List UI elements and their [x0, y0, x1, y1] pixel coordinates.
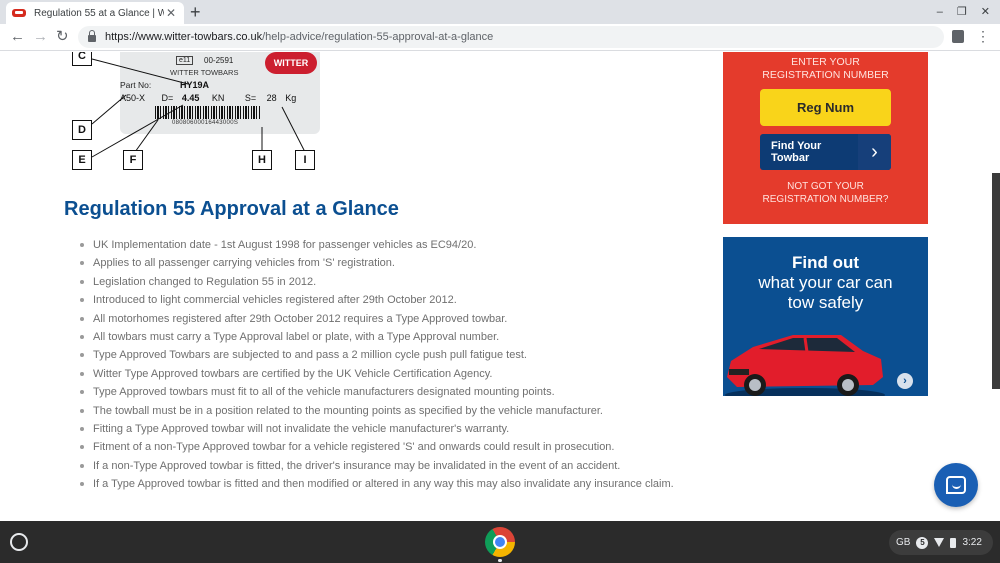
- restore-button[interactable]: ❐: [957, 2, 967, 22]
- list-item: All motorhomes registered after 29th Oct…: [80, 310, 720, 328]
- list-item: All towbars must carry a Type Approval l…: [80, 328, 720, 346]
- chat-icon: [946, 476, 966, 494]
- no-registration-line2: REGISTRATION NUMBER?: [762, 194, 889, 205]
- list-item: Type Approved Towbars are subjected to a…: [80, 346, 720, 364]
- list-item: Applies to all passenger carrying vehicl…: [80, 254, 720, 272]
- page-content: e11 00-2591 WITTER TOWBARS WITTER Part N…: [0, 52, 1000, 521]
- callout-h: H: [252, 150, 272, 170]
- close-window-button[interactable]: ✕: [981, 2, 990, 22]
- chevron-right-icon[interactable]: ›: [897, 373, 913, 389]
- menu-dots-icon[interactable]: ⋮: [976, 29, 990, 43]
- os-shelf: GB 5 3:22: [0, 521, 1000, 563]
- plate-kg: Kg: [285, 93, 297, 103]
- clock: 3:22: [962, 537, 982, 548]
- page-scrollbar[interactable]: [992, 173, 1000, 389]
- tab-strip: Regulation 55 at a Glance | Witte ✕ + – …: [0, 0, 1000, 24]
- plate-d-value: 4.45: [181, 93, 200, 103]
- registration-prompt: ENTER YOUR REGISTRATION NUMBER: [723, 56, 928, 82]
- registration-prompt-line2: REGISTRATION NUMBER: [762, 69, 889, 81]
- reload-icon[interactable]: ↻: [56, 27, 69, 47]
- list-item: Witter Type Approved towbars are certifi…: [80, 365, 720, 383]
- status-tray[interactable]: GB 5 3:22: [889, 530, 993, 555]
- active-app-indicator: [498, 559, 502, 562]
- url-domain: https://www.witter-towbars.co.uk: [105, 31, 263, 43]
- plate-hy: HY19A: [180, 80, 210, 90]
- no-registration-link[interactable]: NOT GOT YOUR REGISTRATION NUMBER?: [723, 180, 928, 206]
- tab-title: Regulation 55 at a Glance | Witte: [34, 7, 164, 19]
- new-tab-button[interactable]: +: [190, 1, 201, 23]
- list-item: Introduced to light commercial vehicles …: [80, 291, 720, 309]
- find-towbar-button[interactable]: Find Your Towbar ›: [760, 134, 891, 170]
- browser-tab[interactable]: Regulation 55 at a Glance | Witte ✕: [6, 2, 184, 24]
- address-bar[interactable]: https://www.witter-towbars.co.uk/help-ad…: [78, 26, 944, 48]
- ad-title: Find out: [791, 253, 860, 272]
- plate-part-no-label: Part No:: [120, 80, 152, 90]
- battery-icon: [950, 537, 957, 548]
- towbar-label-plate: e11 00-2591 WITTER TOWBARS WITTER Part N…: [120, 52, 320, 134]
- callout-f: F: [123, 150, 143, 170]
- close-tab-icon[interactable]: ✕: [164, 6, 178, 20]
- list-item: UK Implementation date - 1st August 1998…: [80, 236, 720, 254]
- wifi-icon: [934, 538, 945, 547]
- list-item: Fitment of a non-Type Approved towbar fo…: [80, 438, 720, 456]
- window-controls: – ❐ ✕: [937, 2, 990, 22]
- plate-part-value: A50-X: [120, 93, 146, 103]
- list-item: If a non-Type Approved towbar is fitted,…: [80, 457, 720, 475]
- plate-kn: KN: [211, 93, 225, 103]
- find-towbar-label: Find Your Towbar: [771, 140, 822, 164]
- ad-subtitle-line2: tow safely: [787, 293, 864, 312]
- chrome-icon[interactable]: [485, 527, 515, 557]
- callout-i: I: [295, 150, 315, 170]
- locale-indicator: GB: [896, 537, 911, 548]
- registration-prompt-line1: ENTER YOUR: [791, 56, 860, 68]
- plate-s-value: 28: [266, 93, 277, 103]
- registration-input[interactable]: Reg Num: [760, 89, 891, 126]
- back-arrow-icon[interactable]: ←: [10, 27, 25, 47]
- profile-icon[interactable]: [952, 29, 964, 43]
- red-car-image: [725, 335, 885, 396]
- registration-widget: ENTER YOUR REGISTRATION NUMBER Reg Num F…: [723, 52, 928, 224]
- tow-safely-ad[interactable]: Find out what your car can tow safely ›: [723, 237, 928, 396]
- chevron-right-icon: ›: [858, 134, 891, 170]
- notification-badge: 5: [916, 536, 929, 549]
- regulation-list: UK Implementation date - 1st August 1998…: [80, 236, 720, 494]
- plate-e11: e11: [176, 56, 194, 65]
- list-item: If a Type Approved towbar is fitted and …: [80, 475, 720, 493]
- witter-favicon: [12, 9, 26, 17]
- page-title: Regulation 55 Approval at a Glance: [64, 198, 399, 220]
- plate-d-label: D=: [161, 93, 174, 103]
- lock-icon: [88, 30, 96, 42]
- list-item: Fitting a Type Approved towbar will not …: [80, 420, 720, 438]
- launcher-icon[interactable]: [10, 533, 28, 551]
- witter-logo: WITTER: [265, 52, 317, 74]
- url-path: /help-advice/regulation-55-approval-at-a…: [262, 31, 494, 43]
- minimize-button[interactable]: –: [937, 2, 943, 22]
- no-registration-line1: NOT GOT YOUR: [787, 181, 864, 192]
- plate-brand: WITTER TOWBARS: [170, 68, 239, 77]
- list-item: The towball must be in a position relate…: [80, 402, 720, 420]
- plate-s-label: S=: [244, 93, 257, 103]
- ad-subtitle-line1: what your car can: [758, 273, 893, 292]
- plate-barcode-number: 08080600016443000S: [172, 120, 239, 126]
- callout-d: D: [72, 120, 92, 140]
- list-item: Legislation changed to Regulation 55 in …: [80, 273, 720, 291]
- plate-barcode: [155, 106, 260, 119]
- chat-button[interactable]: [934, 463, 978, 507]
- callout-c: C: [72, 52, 92, 66]
- list-item: Type Approved towbars must fit to all of…: [80, 383, 720, 401]
- ad-subtitle: what your car can tow safely: [723, 273, 928, 313]
- plate-values-line: A50-X D= 4.45 KN S= 28 Kg: [120, 93, 296, 103]
- forward-arrow-icon[interactable]: →: [33, 27, 48, 47]
- callout-e: E: [72, 150, 92, 170]
- plate-approval-code: 00-2591: [204, 56, 234, 65]
- browser-toolbar: ← → ↻ https://www.witter-towbars.co.uk/h…: [0, 24, 1000, 51]
